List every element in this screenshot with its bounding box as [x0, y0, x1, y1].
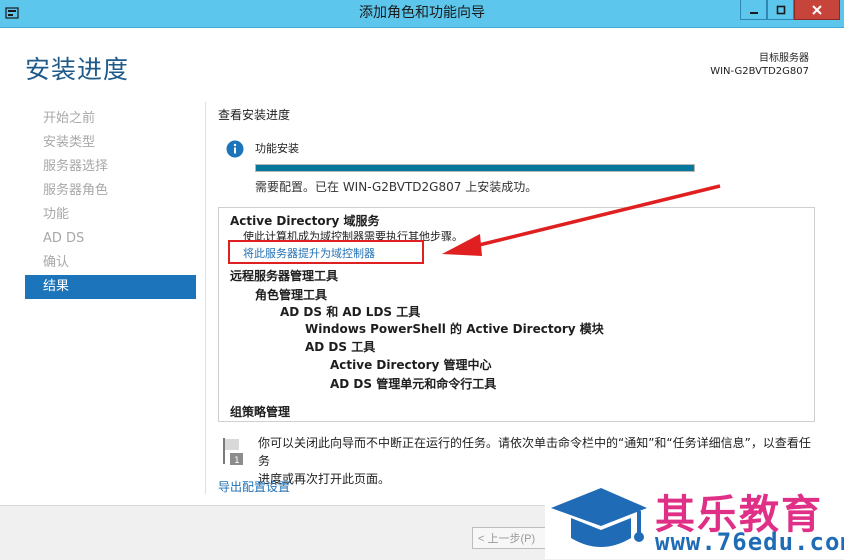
minimize-icon	[749, 11, 758, 14]
result-role-tools: 角色管理工具	[255, 288, 328, 302]
result-adds-snapins: AD DS 管理单元和命令行工具	[330, 377, 497, 391]
result-group-policy: 组策略管理	[230, 405, 291, 419]
result-ad-admin-center: Active Directory 管理中心	[330, 358, 492, 372]
title-bar: 添加角色和功能向导	[0, 0, 844, 28]
nav-item-ad-ds: AD DS	[43, 231, 85, 246]
maximize-button[interactable]	[767, 0, 794, 20]
annotation-highlight-box	[228, 240, 424, 264]
target-server-name: WIN-G2BVTD2G807	[710, 66, 809, 77]
annotation-arrow-icon	[442, 184, 721, 256]
nav-item-results[interactable]: 结果	[25, 275, 196, 299]
nav-item-before-you-begin: 开始之前	[43, 111, 96, 126]
nav-divider	[205, 102, 206, 494]
flag-note-icon: 1	[223, 438, 243, 466]
result-powershell-module: Windows PowerShell 的 Active Directory 模块	[305, 322, 604, 336]
content-heading: 查看安装进度	[218, 108, 291, 122]
wizard-nav: 开始之前 安装类型 服务器选择 服务器角色 功能 AD DS 确认 结果	[25, 107, 196, 299]
graduation-cap-icon	[551, 488, 647, 547]
result-ad-ds-title: Active Directory 域服务	[230, 214, 380, 228]
close-button[interactable]	[794, 0, 840, 20]
nav-item-installation-type: 安装类型	[43, 135, 96, 150]
result-rsat: 远程服务器管理工具	[230, 269, 339, 283]
window-title: 添加角色和功能向导	[359, 5, 485, 21]
export-config-link[interactable]: 导出配置设置	[218, 478, 290, 495]
target-server-label: 目标服务器	[759, 53, 809, 64]
install-progress-bar	[255, 164, 695, 172]
nav-item-server-selection: 服务器选择	[43, 159, 109, 174]
watermark-url: www.76edu.com	[655, 528, 844, 556]
note-line-1: 你可以关闭此向导而不中断正在运行的任务。请依次单击命令栏中的“通知”和“任务详细…	[258, 436, 811, 468]
nav-item-confirmation: 确认	[43, 255, 70, 270]
close-icon	[812, 4, 822, 15]
result-adds-lds-tools: AD DS 和 AD LDS 工具	[280, 305, 421, 319]
watermark: 其乐教育 www.76edu.com	[545, 478, 844, 559]
previous-button[interactable]: < 上一步(P)	[472, 527, 548, 549]
target-server-info: 目标服务器 WIN-G2BVTD2G807	[710, 52, 809, 78]
page-title: 安装进度	[25, 55, 130, 84]
nav-item-features: 功能	[43, 207, 70, 222]
progress-fill	[256, 165, 694, 171]
nav-item-server-roles: 服务器角色	[43, 183, 109, 198]
maximize-icon	[776, 5, 785, 14]
minimize-button[interactable]	[740, 0, 767, 20]
info-icon	[226, 140, 244, 158]
feature-installation-label: 功能安装	[255, 142, 299, 155]
svg-text:1: 1	[234, 456, 240, 466]
result-adds-tools: AD DS 工具	[305, 340, 376, 354]
